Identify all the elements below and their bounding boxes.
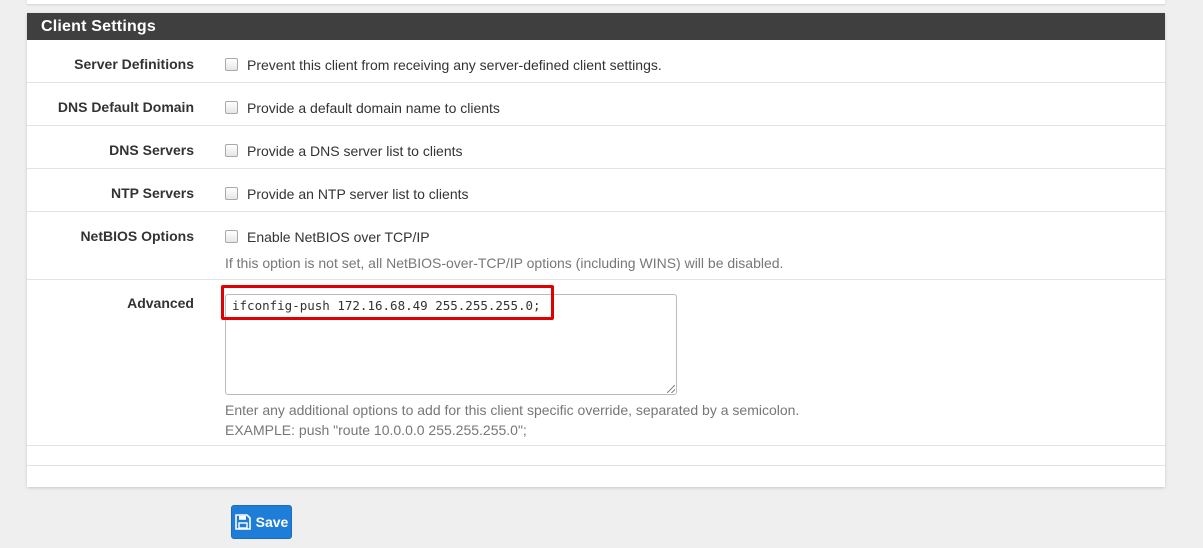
ntp-servers-label: NTP Servers — [110, 185, 194, 201]
save-button[interactable]: Save — [231, 505, 292, 539]
dns-default-domain-text: Provide a default domain name to clients — [247, 99, 500, 116]
netbios-options-row: NetBIOS Options Enable NetBIOS over TCP/… — [27, 212, 1165, 280]
dns-default-domain-checkbox[interactable] — [225, 101, 238, 114]
server-definitions-row: Server Definitions Prevent this client f… — [27, 40, 1165, 83]
advanced-label: Advanced — [127, 295, 194, 311]
netbios-options-checkbox[interactable] — [225, 230, 238, 243]
server-definitions-text: Prevent this client from receiving any s… — [247, 56, 662, 73]
advanced-help-line-1: Enter any additional options to add for … — [225, 402, 800, 418]
client-settings-panel: Client Settings Server Definitions Preve… — [27, 13, 1165, 487]
netbios-options-text: Enable NetBIOS over TCP/IP — [247, 228, 430, 245]
dns-default-domain-row: DNS Default Domain Provide a default dom… — [27, 83, 1165, 126]
advanced-help-text: Enter any additional options to add for … — [225, 400, 799, 440]
advanced-options-value: ifconfig-push 172.16.68.49 255.255.255.0… — [232, 298, 541, 313]
ntp-servers-checkbox[interactable] — [225, 187, 238, 200]
dns-servers-text: Provide a DNS server list to clients — [247, 142, 463, 159]
server-definitions-checkbox[interactable] — [225, 58, 238, 71]
advanced-options-textarea[interactable]: ifconfig-push 172.16.68.49 255.255.255.0… — [225, 294, 677, 395]
save-button-label: Save — [255, 514, 289, 530]
server-definitions-label: Server Definitions — [74, 56, 194, 72]
ntp-servers-text: Provide an NTP server list to clients — [247, 185, 469, 202]
previous-panel-edge — [27, 0, 1165, 4]
resize-grip-icon[interactable] — [667, 385, 675, 393]
panel-title: Client Settings — [27, 13, 1165, 40]
dns-servers-row: DNS Servers Provide a DNS server list to… — [27, 126, 1165, 169]
dns-servers-checkbox[interactable] — [225, 144, 238, 157]
empty-row — [27, 446, 1165, 466]
dns-servers-label: DNS Servers — [109, 142, 194, 158]
advanced-help-line-2: EXAMPLE: push "route 10.0.0.0 255.255.25… — [225, 422, 527, 438]
dns-default-domain-label: DNS Default Domain — [57, 99, 194, 115]
netbios-options-label: NetBIOS Options — [80, 228, 194, 244]
save-icon — [234, 514, 251, 530]
advanced-row: Advanced ifconfig-push 172.16.68.49 255.… — [27, 280, 1165, 446]
netbios-help-text: If this option is not set, all NetBIOS-o… — [225, 255, 784, 271]
ntp-servers-row: NTP Servers Provide an NTP server list t… — [27, 169, 1165, 212]
